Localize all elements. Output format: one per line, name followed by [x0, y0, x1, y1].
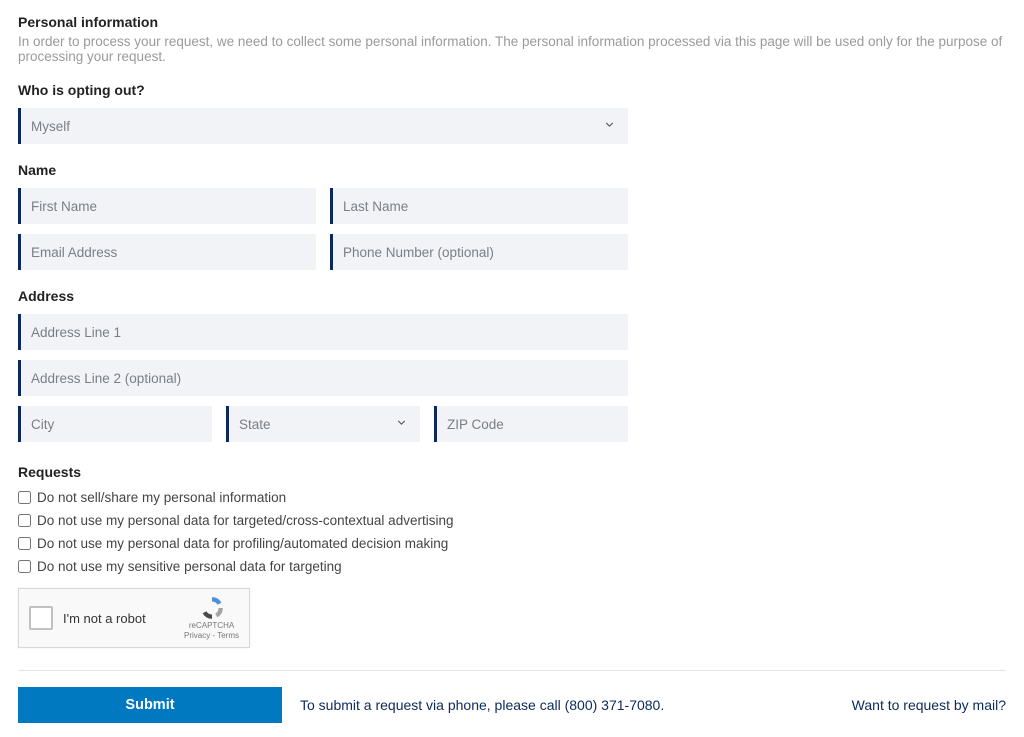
requests-label: Requests — [18, 464, 1006, 480]
request-checkbox-item[interactable]: Do not sell/share my personal informatio… — [18, 490, 1006, 505]
recaptcha-checkbox[interactable] — [29, 606, 53, 630]
personal-info-title: Personal information — [18, 14, 1006, 30]
request-checkbox-0[interactable] — [18, 491, 31, 504]
zip-wrap — [434, 406, 628, 442]
request-checkbox-item[interactable]: Do not use my sensitive personal data fo… — [18, 559, 1006, 574]
address1-wrap — [18, 314, 628, 350]
requests-section: Requests Do not sell/share my personal i… — [18, 464, 1006, 574]
opting-out-select[interactable]: Myself — [18, 108, 628, 144]
recaptcha-label: I'm not a robot — [63, 611, 174, 626]
request-checkbox-2[interactable] — [18, 537, 31, 550]
address-line1-field[interactable] — [21, 314, 628, 350]
state-select[interactable]: State — [226, 406, 420, 442]
recaptcha-logo: reCAPTCHA Privacy - Terms — [184, 595, 239, 640]
address-label: Address — [18, 288, 628, 304]
first-name-field[interactable] — [21, 188, 316, 224]
personal-info-section: Personal information In order to process… — [18, 14, 1006, 64]
phone-request-text: To submit a request via phone, please ca… — [300, 697, 664, 713]
footer-bar: Submit To submit a request via phone, pl… — [18, 670, 1006, 723]
mail-request-link[interactable]: Want to request by mail? — [852, 697, 1006, 713]
request-checkbox-item[interactable]: Do not use my personal data for targeted… — [18, 513, 1006, 528]
personal-info-desc: In order to process your request, we nee… — [18, 34, 1006, 64]
request-checkbox-label: Do not sell/share my personal informatio… — [37, 490, 286, 505]
opting-out-label: Who is opting out? — [18, 82, 628, 98]
submit-button[interactable]: Submit — [18, 687, 282, 723]
email-field[interactable] — [21, 234, 316, 270]
name-label: Name — [18, 162, 628, 178]
city-wrap — [18, 406, 212, 442]
request-checkbox-label: Do not use my sensitive personal data fo… — [37, 559, 342, 574]
recaptcha-widget[interactable]: I'm not a robot reCAPTCHA Privacy - Term… — [18, 588, 250, 648]
request-checkbox-label: Do not use my personal data for targeted… — [37, 513, 453, 528]
phone-wrap — [330, 234, 628, 270]
request-checkbox-label: Do not use my personal data for profilin… — [37, 536, 448, 551]
last-name-wrap — [330, 188, 628, 224]
city-field[interactable] — [21, 406, 212, 442]
email-wrap — [18, 234, 316, 270]
address-line2-field[interactable] — [21, 360, 628, 396]
zip-field[interactable] — [437, 406, 628, 442]
last-name-field[interactable] — [333, 188, 628, 224]
request-checkbox-item[interactable]: Do not use my personal data for profilin… — [18, 536, 1006, 551]
request-checkbox-3[interactable] — [18, 560, 31, 573]
request-checkbox-1[interactable] — [18, 514, 31, 527]
first-name-wrap — [18, 188, 316, 224]
address2-wrap — [18, 360, 628, 396]
phone-field[interactable] — [333, 234, 628, 270]
